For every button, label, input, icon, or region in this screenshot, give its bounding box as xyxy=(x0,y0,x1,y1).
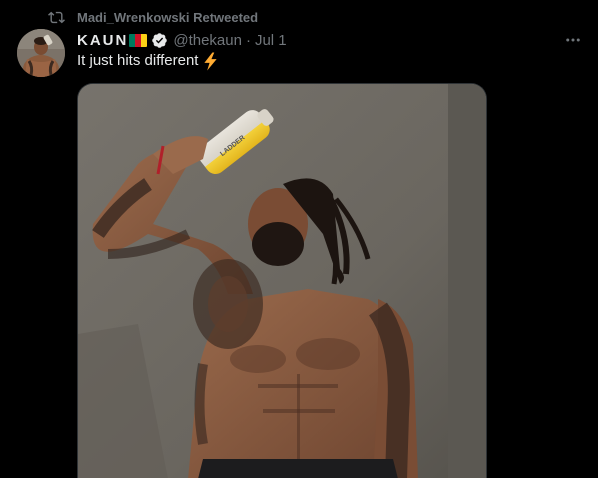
display-name[interactable]: KAUN xyxy=(77,32,128,49)
cameroon-flag-icon xyxy=(129,33,148,47)
lightning-bolt-icon xyxy=(204,52,218,70)
verified-badge-icon[interactable] xyxy=(151,32,168,49)
tweet-header: KAUN @thekaun · Jul 1 xyxy=(77,30,287,50)
tweet-body: It just hits different xyxy=(77,52,199,69)
avatar[interactable] xyxy=(17,29,65,77)
handle[interactable]: @thekaun xyxy=(173,32,242,49)
photo-image: LADDER xyxy=(78,84,486,478)
tweet-text: It just hits different xyxy=(77,51,219,71)
tweet-photo[interactable]: LADDER xyxy=(77,83,487,478)
retweet-label[interactable]: Madi_Wrenkowski Retweeted xyxy=(77,10,258,25)
more-options-button[interactable] xyxy=(562,30,584,50)
tweet-date[interactable]: Jul 1 xyxy=(255,32,287,49)
avatar-image xyxy=(17,29,65,77)
retweet-icon xyxy=(48,11,65,24)
more-horizontal-icon xyxy=(566,38,580,42)
tweet[interactable]: Madi_Wrenkowski Retweeted KAUN @thekaun … xyxy=(0,0,598,478)
separator-dot: · xyxy=(245,31,251,49)
